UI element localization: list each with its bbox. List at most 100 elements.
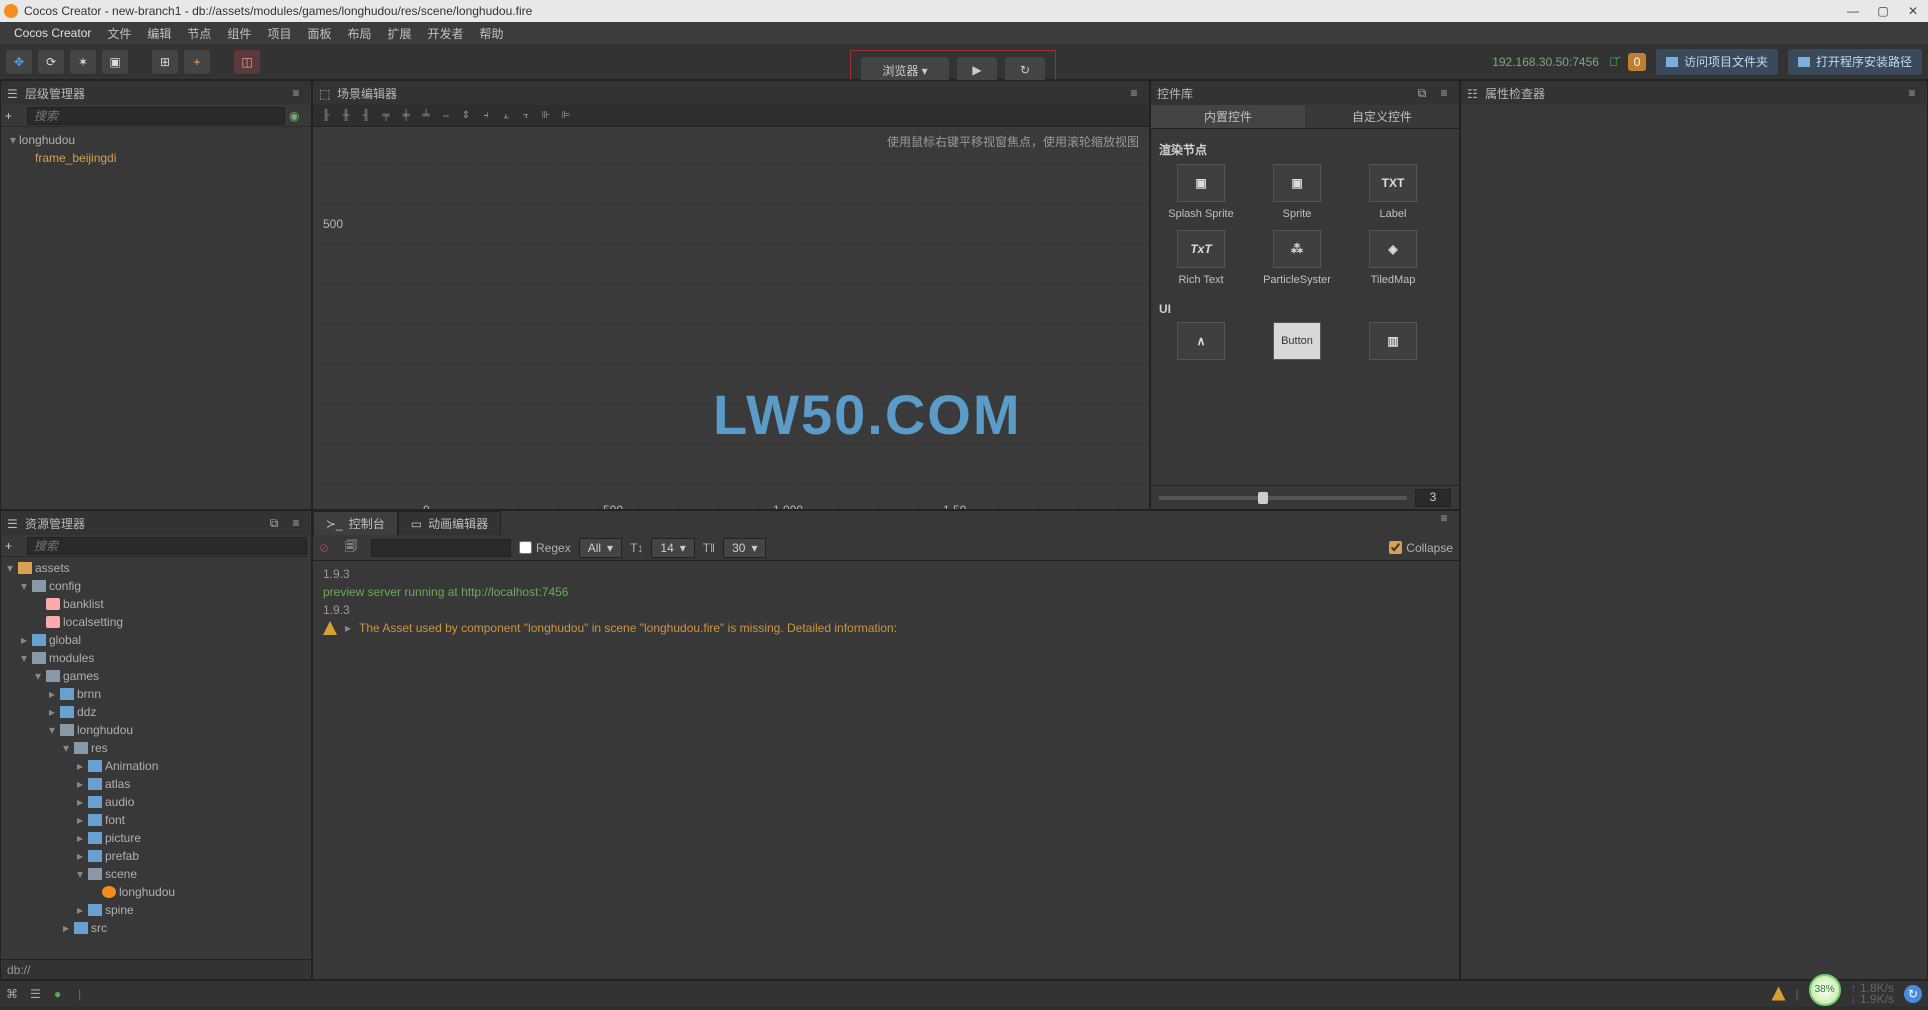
- hierarchy-node[interactable]: ▾longhudou: [1, 131, 311, 149]
- align-b-icon[interactable]: ⫠: [497, 108, 515, 124]
- regex-checkbox[interactable]: Regex: [519, 541, 571, 555]
- asset-node[interactable]: ▸prefab: [1, 847, 311, 865]
- align-top-icon[interactable]: ╤: [377, 108, 395, 124]
- clear-log-button[interactable]: ⊘: [319, 541, 337, 555]
- panel-menu-icon[interactable]: ≡: [1903, 86, 1921, 100]
- align-hcenter-icon[interactable]: ╫: [337, 108, 355, 124]
- gizmo-tool[interactable]: ◫: [234, 50, 260, 74]
- asset-node[interactable]: ▸global: [1, 631, 311, 649]
- control-sprite[interactable]: ▣Sprite: [1253, 164, 1341, 220]
- align-right-icon[interactable]: ╢: [357, 108, 375, 124]
- asset-node[interactable]: ▾games: [1, 667, 311, 685]
- asset-node[interactable]: ▸brnn: [1, 685, 311, 703]
- status-network-icon[interactable]: ●: [54, 987, 70, 1001]
- assets-search-input[interactable]: [27, 537, 307, 555]
- control-button[interactable]: Button: [1253, 322, 1341, 360]
- line-height-dropdown[interactable]: 30▾: [723, 538, 766, 558]
- collapse-checkbox[interactable]: Collapse: [1389, 541, 1453, 555]
- asset-node[interactable]: ▸spine: [1, 901, 311, 919]
- asset-node[interactable]: ▸picture: [1, 829, 311, 847]
- panel-menu-icon[interactable]: ≡: [287, 86, 305, 100]
- align-left-icon[interactable]: ╟: [317, 108, 335, 124]
- asset-node[interactable]: ▸Animation: [1, 757, 311, 775]
- slider-track[interactable]: [1159, 496, 1407, 500]
- tab-anim-editor[interactable]: ▭动画编辑器: [398, 511, 501, 535]
- menu-extension[interactable]: 扩展: [379, 25, 419, 42]
- panel-menu-icon[interactable]: ≡: [287, 516, 305, 530]
- asset-node[interactable]: ▸atlas: [1, 775, 311, 793]
- dist-v-icon[interactable]: ⇕: [457, 108, 475, 124]
- popout-icon[interactable]: ⧉: [1413, 86, 1431, 100]
- asset-node[interactable]: longhudou: [1, 883, 311, 901]
- open-project-folder-button[interactable]: 访问项目文件夹: [1656, 49, 1778, 75]
- hierarchy-node[interactable]: frame_beijingdi: [1, 149, 311, 167]
- hierarchy-add-button[interactable]: +: [5, 109, 23, 123]
- rect-tool[interactable]: ▣: [102, 50, 128, 74]
- align-d-icon[interactable]: ⊪: [537, 108, 555, 124]
- sync-icon[interactable]: ↻: [1904, 985, 1922, 1003]
- menu-edit[interactable]: 编辑: [139, 25, 179, 42]
- menu-project[interactable]: 项目: [259, 25, 299, 42]
- move-tool[interactable]: ✥: [6, 50, 32, 74]
- asset-node[interactable]: ▸ddz: [1, 703, 311, 721]
- align-a-icon[interactable]: ⫞: [477, 108, 495, 124]
- asset-node[interactable]: ▾config: [1, 577, 311, 595]
- status-console-icon[interactable]: ⌘: [6, 987, 22, 1001]
- asset-node[interactable]: banklist: [1, 595, 311, 613]
- control-layout[interactable]: ▥: [1349, 322, 1437, 360]
- control-richtext[interactable]: TxTRich Text: [1157, 230, 1245, 286]
- align-vcenter-icon[interactable]: ╪: [397, 108, 415, 124]
- asset-node[interactable]: localsetting: [1, 613, 311, 631]
- panel-menu-icon[interactable]: ≡: [1125, 86, 1143, 100]
- slider-value[interactable]: 3: [1415, 489, 1451, 507]
- tab-custom-controls[interactable]: 自定义控件: [1305, 105, 1459, 128]
- panel-menu-icon[interactable]: ≡: [1435, 511, 1453, 525]
- menu-file[interactable]: 文件: [99, 25, 139, 42]
- close-button[interactable]: ✕: [1902, 2, 1924, 20]
- scale-tool[interactable]: ✶: [70, 50, 96, 74]
- hierarchy-link-icon[interactable]: ◉: [289, 109, 307, 123]
- dist-h-icon[interactable]: ⇔: [437, 108, 455, 124]
- asset-node[interactable]: ▸audio: [1, 793, 311, 811]
- control-tiledmap[interactable]: ◈TiledMap: [1349, 230, 1437, 286]
- asset-node[interactable]: ▾modules: [1, 649, 311, 667]
- minimize-button[interactable]: —: [1842, 2, 1864, 20]
- rotate-tool[interactable]: ⟳: [38, 50, 64, 74]
- maximize-button[interactable]: ▢: [1872, 2, 1894, 20]
- control-splash-sprite[interactable]: ▣Splash Sprite: [1157, 164, 1245, 220]
- panel-menu-icon[interactable]: ≡: [1435, 86, 1453, 100]
- align-e-icon[interactable]: ⊫: [557, 108, 575, 124]
- control-ui-a[interactable]: ∧: [1157, 322, 1245, 360]
- status-log-icon[interactable]: ☰: [30, 987, 46, 1001]
- menu-panel[interactable]: 面板: [299, 25, 339, 42]
- menu-node[interactable]: 节点: [179, 25, 219, 42]
- asset-node[interactable]: ▾scene: [1, 865, 311, 883]
- popout-icon[interactable]: ⧉: [265, 516, 283, 530]
- align-c-icon[interactable]: ⫟: [517, 108, 535, 124]
- align-bottom-icon[interactable]: ╧: [417, 108, 435, 124]
- asset-node[interactable]: ▸src: [1, 919, 311, 937]
- control-particle[interactable]: ⁂ParticleSyster: [1253, 230, 1341, 286]
- console-filter-input[interactable]: [371, 539, 511, 557]
- asset-node[interactable]: ▾assets: [1, 559, 311, 577]
- font-size-dropdown[interactable]: 14▾: [651, 538, 694, 558]
- warning-icon[interactable]: [1772, 987, 1786, 1001]
- menu-layout[interactable]: 布局: [339, 25, 379, 42]
- control-label[interactable]: TXTLabel: [1349, 164, 1437, 220]
- anchor-tool[interactable]: ⊞: [152, 50, 178, 74]
- slider-thumb[interactable]: [1258, 492, 1268, 504]
- asset-node[interactable]: ▾longhudou: [1, 721, 311, 739]
- log-level-dropdown[interactable]: All▾: [579, 538, 622, 558]
- hierarchy-search-input[interactable]: [27, 107, 285, 125]
- add-tool[interactable]: +: [184, 50, 210, 74]
- tab-console[interactable]: ≻_控制台: [313, 511, 398, 535]
- menu-help[interactable]: 帮助: [472, 25, 512, 42]
- assets-add-button[interactable]: +: [5, 539, 23, 553]
- menu-developer[interactable]: 开发者: [420, 25, 472, 42]
- scene-canvas[interactable]: 使用鼠标右键平移视窗焦点，使用滚轮缩放视图 500 0 500 1,000 1,…: [313, 127, 1149, 509]
- tab-builtin-controls[interactable]: 内置控件: [1151, 105, 1305, 128]
- asset-node[interactable]: ▾res: [1, 739, 311, 757]
- open-log-button[interactable]: 🗐: [345, 537, 363, 558]
- open-install-path-button[interactable]: 打开程序安装路径: [1788, 49, 1922, 75]
- menu-component[interactable]: 组件: [219, 25, 259, 42]
